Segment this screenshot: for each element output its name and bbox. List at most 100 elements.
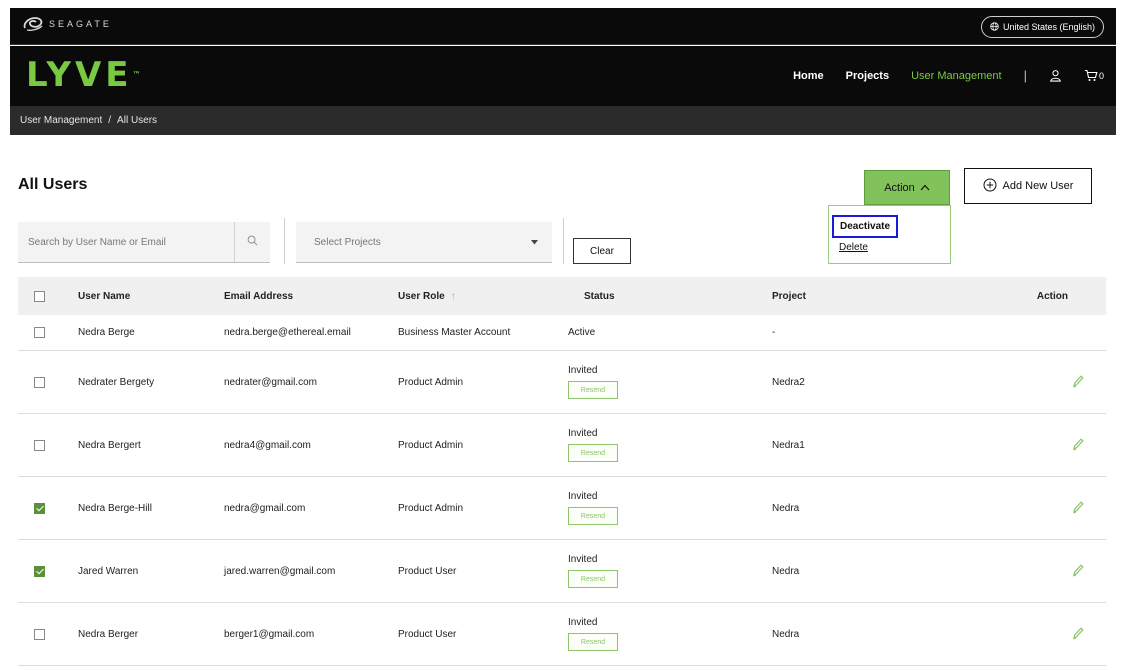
trademark-mark: ™ [132,70,141,79]
breadcrumb-all-users: All Users [117,115,158,126]
filter-divider-2 [563,218,564,264]
cart-count: 0 [1098,70,1104,81]
header-user-name[interactable]: User Name [60,291,204,302]
search-box [18,222,270,263]
user-icon[interactable] [1049,69,1062,82]
breadcrumb-separator: / [108,115,112,126]
role-cell: Product Admin [398,502,464,514]
status-text: Invited [568,554,598,565]
row-checkbox-cell [18,376,60,388]
table-row: Nedra Berge nedra.berge@ethereal.email B… [18,315,1106,351]
header-user-role-label: User Role [398,290,445,302]
table-row: Nedra Berger berger1@gmail.com Product U… [18,603,1106,666]
users-table: User Name Email Address User Role ↑ Statu… [18,277,1106,666]
status-cell: Invited Resend [568,617,758,651]
breadcrumb-user-management[interactable]: User Management [20,115,102,126]
search-button[interactable] [234,222,270,262]
email-cell: nedra@gmail.com [224,502,306,514]
user-name-cell: Nedra Berge [78,327,135,338]
menu-item-deactivate[interactable]: Deactivate [832,215,899,238]
language-selector[interactable]: United States (English) [980,16,1104,38]
status-cell: Invited Resend [568,365,758,399]
status-column-cell: Invited Resend [564,428,758,462]
status-column-cell: Invited Resend [564,491,758,525]
status-cell: Invited Resend [568,491,758,525]
status-text: Invited [568,365,598,376]
top-bar: SEAGATE United States (English) [10,8,1116,45]
action-button[interactable]: Action [864,170,950,205]
nav-links: Home Projects User Management | 0 [793,68,1104,83]
action-cell [1000,437,1106,454]
status-column-cell: Invited Resend [564,554,758,588]
status-text: Invited [568,428,598,439]
resend-button[interactable]: Resend [568,381,618,399]
row-checkbox[interactable] [33,628,45,640]
status-cell: Invited Resend [568,428,758,462]
status-text: Active [568,327,596,338]
resend-button[interactable]: Resend [568,570,618,588]
language-label: United States (English) [1002,22,1095,32]
nav-projects[interactable]: Projects [846,70,889,82]
project-cell: Nedra2 [772,376,805,388]
project-cell: Nedra1 [772,439,805,451]
status-text: Invited [568,617,598,628]
edit-pencil-icon[interactable] [1072,374,1084,391]
role-cell: Product User [398,628,457,640]
search-input[interactable] [18,222,234,262]
table-row: Nedra Berge-Hill nedra@gmail.com Product… [18,477,1106,540]
header-status[interactable]: Status [564,291,758,302]
row-checkbox[interactable] [33,502,45,514]
table-row: Jared Warren jared.warren@gmail.com Prod… [18,540,1106,603]
cart-icon[interactable]: 0 [1084,69,1104,82]
role-cell: Product Admin [398,376,464,388]
row-checkbox[interactable] [33,565,45,577]
select-all-checkbox[interactable] [33,290,45,302]
status-column-cell: Active [564,327,758,338]
header-user-role[interactable]: User Role ↑ [380,291,564,302]
select-projects-label: Select Projects [314,236,381,248]
header-action: Action [1036,290,1068,302]
row-checkbox-cell [18,565,60,577]
add-new-user-button[interactable]: Add New User [964,168,1092,204]
action-cell [1000,374,1106,391]
action-dropdown-menu: Deactivate Delete [828,205,951,264]
resend-button[interactable]: Resend [568,507,618,525]
header-email[interactable]: Email Address [204,291,380,302]
clear-button[interactable]: Clear [573,238,631,264]
edit-pencil-icon[interactable] [1072,626,1084,643]
email-cell: berger1@gmail.com [224,628,315,640]
row-checkbox[interactable] [33,327,45,338]
project-cell: Nedra [772,565,800,577]
project-cell: Nedra [772,628,800,640]
row-checkbox[interactable] [33,376,45,388]
nav-user-management[interactable]: User Management [911,70,1002,82]
action-cell [1000,626,1106,643]
edit-pencil-icon[interactable] [1072,500,1084,517]
sort-up-arrow-icon[interactable]: ↑ [451,291,456,302]
resend-button[interactable]: Resend [568,633,618,651]
email-cell: jared.warren@gmail.com [224,565,336,577]
resend-button[interactable]: Resend [568,444,618,462]
row-checkbox[interactable] [33,439,45,451]
row-checkbox-cell [18,628,60,640]
select-projects-dropdown[interactable]: Select Projects [296,222,552,263]
header-project[interactable]: Project [758,291,1000,302]
menu-item-delete[interactable]: Delete [839,242,868,253]
add-new-user-label: Add New User [1002,180,1074,192]
search-icon [247,233,258,251]
filter-divider [284,218,285,264]
lyve-logo[interactable]: LYVE™ [26,58,141,92]
edit-pencil-icon[interactable] [1072,563,1084,580]
table-row: Nedrater Bergety nedrater@gmail.com Prod… [18,351,1106,414]
chevron-up-icon [920,182,930,194]
user-name-cell: Nedra Bergert [78,439,141,451]
seagate-brand[interactable]: SEAGATE [22,16,112,32]
table-row: Nedra Bergert nedra4@gmail.com Product A… [18,414,1106,477]
nav-separator: | [1023,68,1027,83]
seagate-logo-icon [22,16,44,32]
edit-pencil-icon[interactable] [1072,437,1084,454]
plus-circle-icon [983,178,997,195]
page-title: All Users [18,176,88,193]
nav-home[interactable]: Home [793,70,824,82]
globe-icon [990,21,999,33]
